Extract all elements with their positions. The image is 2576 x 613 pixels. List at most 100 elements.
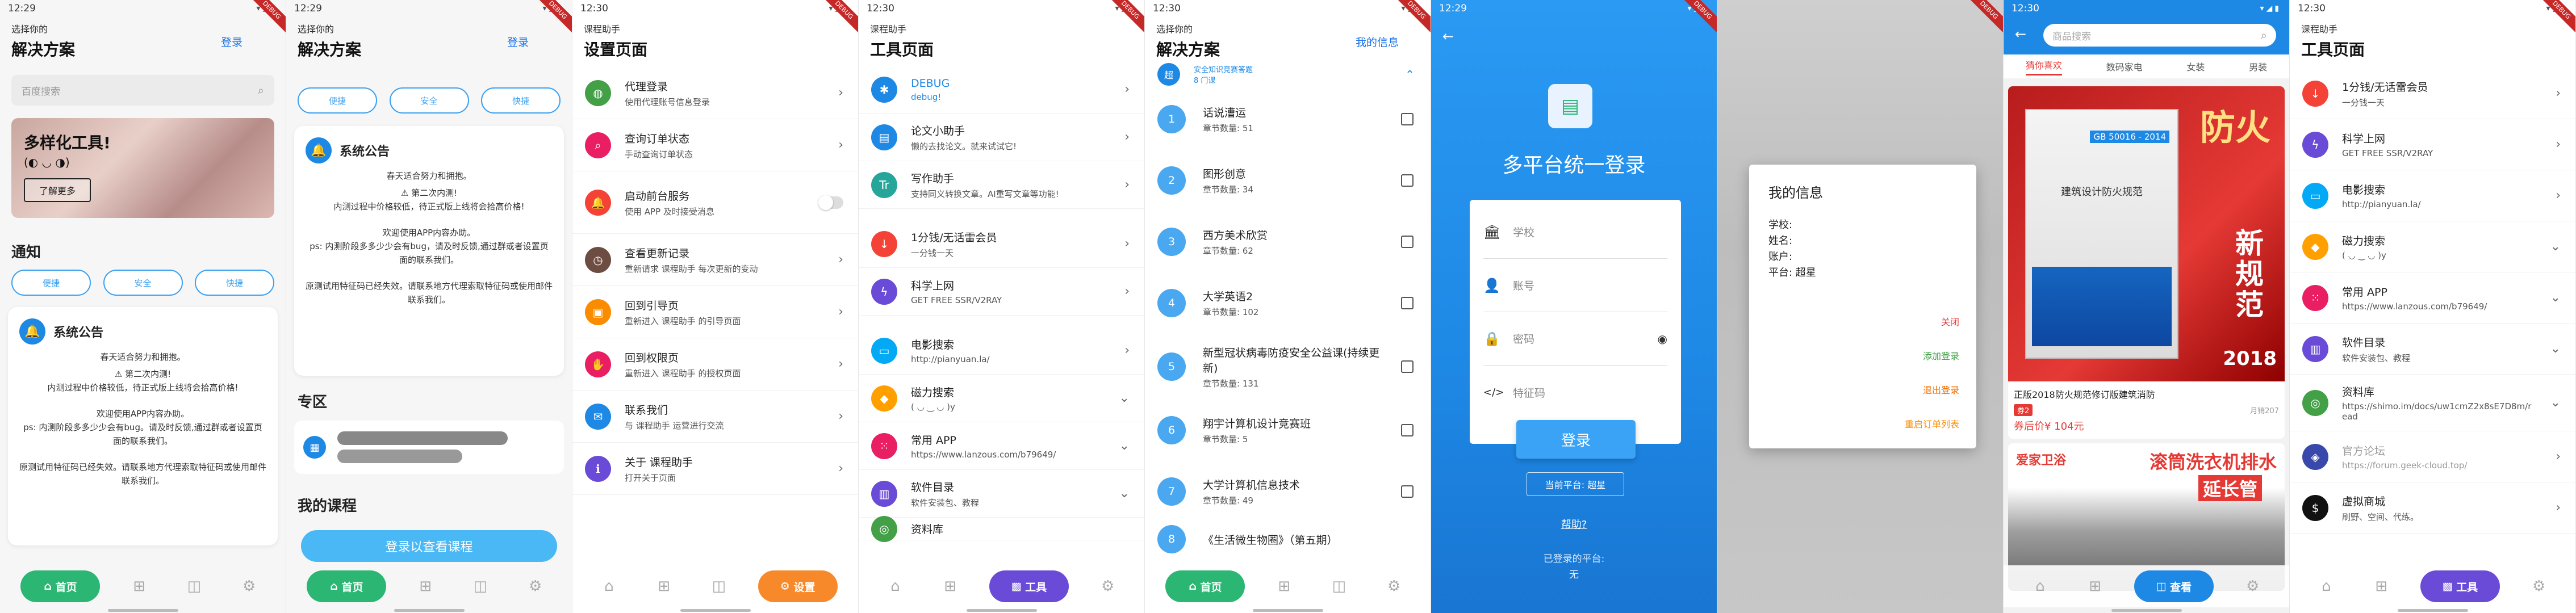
settings-row[interactable]: 🔔 启动前台服务 使用 APP 及时接受消息 bbox=[572, 171, 858, 234]
product-search-input[interactable]: 商品搜索 ⌕ bbox=[2043, 24, 2276, 47]
tool-row[interactable]: ⁙ 常用 APP https://www.lanzous.com/b79649/ ⌄ bbox=[859, 422, 1144, 470]
course-checkbox[interactable] bbox=[1401, 424, 1414, 436]
course-row[interactable]: 5 新型冠状病毒防疫安全公益课(持续更新) 章节数量: 131 bbox=[1145, 334, 1431, 400]
tab-bag-icon[interactable]: ◫ bbox=[178, 570, 210, 602]
course-checkbox[interactable] bbox=[1401, 360, 1414, 373]
tab-gear-icon[interactable]: ⚙ bbox=[2523, 570, 2555, 602]
tab-home-icon[interactable]: ⌂ bbox=[593, 570, 625, 602]
tab-home[interactable]: ⌂ 首页 bbox=[307, 570, 387, 602]
code-field[interactable]: </> 特征码 bbox=[1483, 366, 1667, 419]
tool-row[interactable]: ▭ 电影搜索 http://pianyuan.la/ › bbox=[859, 327, 1144, 375]
login-button[interactable]: 登录 bbox=[1516, 420, 1636, 459]
course-checkbox[interactable] bbox=[1401, 297, 1414, 309]
tab-home-icon[interactable]: ⌂ bbox=[2024, 570, 2056, 602]
tool-row[interactable]: ↓ 1分钱/无话雷会员 一分钱一天 › bbox=[859, 220, 1144, 268]
tab-home-icon[interactable]: ⌂ bbox=[879, 570, 911, 602]
my-info-link[interactable]: 我的信息 bbox=[1356, 34, 1399, 49]
course-group-header[interactable]: 超 安全知识竞赛答题 8 门课 ⌃ bbox=[1145, 60, 1431, 89]
tool-row[interactable]: ϟ 科学上网 GET FREE SSR/V2RAY › bbox=[859, 268, 1144, 316]
tab-grid-icon[interactable]: ⊞ bbox=[934, 570, 966, 602]
course-row[interactable]: 3 西方美术欣赏 章节数量: 62 bbox=[1145, 211, 1431, 272]
tab-guess-like[interactable]: 猜你喜欢 bbox=[2025, 58, 2062, 75]
product-card[interactable]: GB 50016 - 2014 建筑设计防火规范 防火 新规范 2018 正版2… bbox=[2008, 86, 2285, 439]
course-checkbox[interactable] bbox=[1401, 174, 1414, 187]
close-button[interactable]: 关闭 bbox=[1905, 305, 1959, 339]
settings-row[interactable]: ▣ 回到引导页 重新进入 课程助手 的引导页面 › bbox=[572, 286, 858, 338]
tab-tools[interactable]: ▩ 工具 bbox=[989, 570, 1069, 602]
course-row[interactable]: 2 图形创意 章节数量: 34 bbox=[1145, 150, 1431, 211]
settings-row[interactable]: ✉ 联系我们与 课程助手 运营进行交流 › bbox=[572, 391, 858, 443]
login-link[interactable]: 登录 bbox=[221, 34, 242, 49]
tool-row[interactable]: ◎ 资料库 bbox=[859, 515, 1144, 542]
tab-gear-icon[interactable]: ⚙ bbox=[2237, 570, 2269, 602]
tab-home[interactable]: ⌂ 首页 bbox=[20, 570, 101, 602]
banner-more-button[interactable]: 了解更多 bbox=[24, 178, 91, 202]
pill-fast[interactable]: 快捷 bbox=[481, 87, 561, 114]
settings-row[interactable]: ✋ 回到权限页 重新进入 课程助手 的授权页面 › bbox=[572, 338, 858, 391]
course-row[interactable]: 8 《生活微生物圈》（第五期） bbox=[1145, 522, 1431, 556]
current-platform-button[interactable]: 当前平台: 超星 bbox=[1527, 472, 1624, 496]
settings-row[interactable]: ⌕ 查询订单状态 手动查询订单状态 › bbox=[572, 119, 858, 171]
login-course-button[interactable]: 登录以查看课程 bbox=[301, 530, 557, 562]
course-row[interactable]: 7 大学计算机信息技术 章节数量: 49 bbox=[1145, 461, 1431, 522]
pill-fast[interactable]: 快捷 bbox=[195, 270, 274, 296]
tab-grid-icon[interactable]: ⊞ bbox=[2365, 570, 2397, 602]
tab-settings[interactable]: ⚙ 设置 bbox=[758, 570, 838, 602]
tool-row[interactable]: ◎ 资料库 https://shimo.im/docs/uw1cmZ2x8sE7D8… bbox=[2290, 375, 2575, 431]
tab-bag-icon[interactable]: ◫ bbox=[703, 570, 735, 602]
tab-gear-icon[interactable]: ⚙ bbox=[520, 570, 551, 602]
tool-row[interactable]: ⁙ 常用 APP https://www.lanzous.com/b79649/ ⌄ bbox=[2290, 272, 2575, 324]
tool-row[interactable]: ▭ 电影搜索 http://pianyuan.la/ › bbox=[2290, 170, 2575, 221]
tab-gear-icon[interactable]: ⚙ bbox=[233, 570, 265, 602]
tab-home[interactable]: ⌂ 首页 bbox=[1165, 570, 1245, 602]
tab-grid-icon[interactable]: ⊞ bbox=[409, 570, 441, 602]
tool-row[interactable]: ◆ 磁力搜索 ( ◡ ‿ ◡ )y ⌄ bbox=[2290, 221, 2575, 272]
restart-orders-button[interactable]: 重启订单列表 bbox=[1905, 408, 1959, 442]
tab-women[interactable]: 女装 bbox=[2186, 60, 2205, 73]
settings-row[interactable]: ◍ 代理登录 使用代理账号信息登录 › bbox=[572, 67, 858, 119]
toggle-switch[interactable] bbox=[818, 195, 843, 210]
course-checkbox[interactable] bbox=[1401, 113, 1414, 125]
tool-row[interactable]: ◈ 官方论坛 https://forum.geek-cloud.top/ › bbox=[2290, 431, 2575, 482]
course-checkbox[interactable] bbox=[1401, 485, 1414, 498]
tab-grid-icon[interactable]: ⊞ bbox=[123, 570, 155, 602]
tool-row[interactable]: ▥ 软件目录 软件安装包、教程 ⌄ bbox=[859, 470, 1144, 518]
tab-men[interactable]: 男装 bbox=[2249, 60, 2267, 73]
search-input[interactable]: 百度搜索 ⌕ bbox=[11, 75, 274, 106]
banner[interactable]: 多样化工具! (◐ ◡ ◑) 了解更多 bbox=[11, 118, 274, 218]
pill-safe[interactable]: 安全 bbox=[389, 87, 469, 114]
tab-gear-icon[interactable]: ⚙ bbox=[1378, 570, 1410, 602]
course-row[interactable]: 4 大学英语2 章节数量: 102 bbox=[1145, 272, 1431, 334]
tool-row[interactable]: ▤ 论文小助手 懒的去找论文。就来试试它! › bbox=[859, 114, 1144, 161]
tab-grid-icon[interactable]: ⊞ bbox=[2079, 570, 2111, 602]
tab-grid-icon[interactable]: ⊞ bbox=[648, 570, 680, 602]
logout-button[interactable]: 退出登录 bbox=[1905, 373, 1959, 408]
tool-row[interactable]: ϟ 科学上网 GET FREE SSR/V2RAY › bbox=[2290, 119, 2575, 170]
tab-tools[interactable]: ▩ 工具 bbox=[2420, 570, 2500, 602]
course-row[interactable]: 6 翔宇计算机设计竞赛班 章节数量: 5 bbox=[1145, 400, 1431, 461]
tool-row[interactable]: ◆ 磁力搜索 ( ◡ ‿ ◡ )y ⌄ bbox=[859, 375, 1144, 422]
tool-row[interactable]: Tr 写作助手 支持同义转换文章。AI重写文章等功能! › bbox=[859, 161, 1144, 209]
tab-gear-icon[interactable]: ⚙ bbox=[1092, 570, 1124, 602]
tab-find[interactable]: ◫ 查看 bbox=[2134, 570, 2214, 602]
help-link[interactable]: 帮助? bbox=[1431, 517, 1717, 531]
tool-row[interactable]: $ 虚拟商城 刷野、空间、代练。 › bbox=[2290, 482, 2575, 534]
eye-icon[interactable]: ◉ bbox=[1658, 332, 1667, 346]
add-login-button[interactable]: 添加登录 bbox=[1905, 339, 1959, 373]
tool-row[interactable]: ↓ 1分钱/无话雷会员 一分钱一天 › bbox=[2290, 68, 2575, 119]
course-row[interactable]: 1 话说漕运 章节数量: 51 bbox=[1145, 89, 1431, 150]
pill-convenient[interactable]: 便捷 bbox=[11, 270, 91, 296]
account-field[interactable]: 👤 账号 bbox=[1483, 259, 1667, 312]
tool-row[interactable]: ✱ DEBUG debug! › bbox=[859, 66, 1144, 114]
tab-bag-icon[interactable]: ◫ bbox=[465, 570, 496, 602]
zone-card[interactable]: ▦ bbox=[294, 421, 564, 474]
school-field[interactable]: 🏛 学校 bbox=[1483, 205, 1667, 259]
tab-home-icon[interactable]: ⌂ bbox=[2310, 570, 2342, 602]
pill-convenient[interactable]: 便捷 bbox=[298, 87, 377, 114]
settings-row[interactable]: ℹ 关于 课程助手 打开关于页面 › bbox=[572, 443, 858, 495]
back-arrow-icon[interactable]: ← bbox=[2015, 26, 2026, 42]
tab-bag-icon[interactable]: ◫ bbox=[1323, 570, 1355, 602]
back-arrow-icon[interactable]: ← bbox=[1442, 28, 1454, 44]
tab-digital[interactable]: 数码家电 bbox=[2106, 60, 2143, 73]
tab-grid-icon[interactable]: ⊞ bbox=[1268, 570, 1300, 602]
